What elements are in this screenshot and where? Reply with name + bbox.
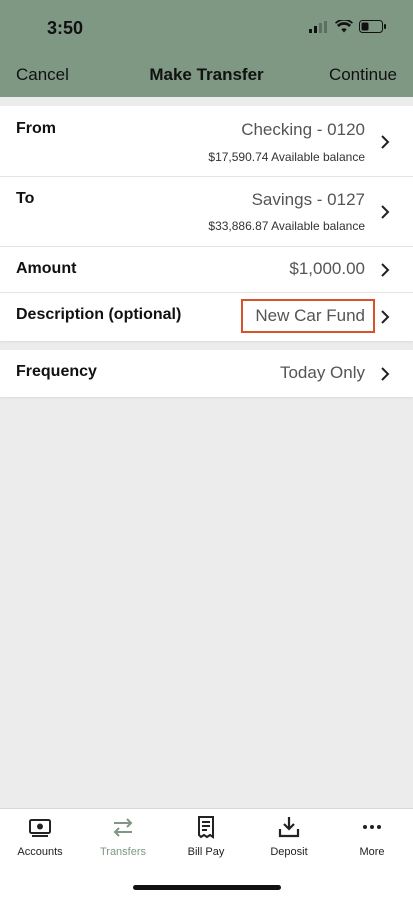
accounts-icon [29,819,51,837]
cellular-signal-icon [309,20,327,33]
transfer-form-card: From Checking - 0120 $17,590.74 Availabl… [0,106,413,341]
to-account-row[interactable]: To Savings - 0127 $33,886.87 Available b… [0,177,413,247]
tab-bill-pay[interactable]: Bill Pay [166,815,246,858]
from-account-value: Checking - 0120 [241,120,365,139]
tab-label: Deposit [270,846,308,858]
continue-button[interactable]: Continue [329,65,397,85]
amount-label: Amount [16,260,77,277]
chevron-right-icon [381,310,390,324]
tab-transfers[interactable]: Transfers [83,815,163,858]
chevron-right-icon [381,263,390,277]
tab-label: Accounts [17,846,63,858]
home-indicator [133,885,281,890]
tab-more[interactable]: More [332,815,412,858]
tab-deposit[interactable]: Deposit [249,815,329,858]
nav-bar: Cancel Make Transfer Continue [0,56,413,97]
description-value: New Car Fund [255,306,365,325]
description-label: Description (optional) [16,306,182,323]
status-icons [309,20,387,33]
frequency-value: Today Only [279,363,365,382]
from-account-row[interactable]: From Checking - 0120 $17,590.74 Availabl… [0,106,413,177]
description-row[interactable]: Description (optional) New Car Fund [0,293,413,341]
tab-accounts[interactable]: Accounts [0,815,80,858]
bill-pay-icon [198,816,214,839]
amount-row[interactable]: Amount $1,000.00 [0,247,413,293]
to-account-value: Savings - 0127 [251,190,365,209]
frequency-label: Frequency [16,363,97,380]
status-bar: 3:50 [0,0,413,56]
tab-label: Transfers [99,846,147,858]
transfers-icon [113,818,133,837]
from-balance: $17,590.74 Available balance [208,150,365,164]
frequency-row[interactable]: Frequency Today Only [0,350,413,397]
wifi-icon [335,20,353,33]
battery-icon [359,20,386,33]
from-label: From [16,120,56,137]
status-time: 3:50 [47,18,84,38]
to-balance: $33,886.87 Available balance [208,219,365,233]
chevron-right-icon [381,205,390,219]
frequency-card: Frequency Today Only [0,350,413,397]
chevron-right-icon [381,135,390,149]
cancel-button[interactable]: Cancel [16,65,69,85]
deposit-icon [278,817,300,838]
tab-label: More [359,846,385,858]
more-icon [363,825,381,829]
tab-label: Bill Pay [187,846,225,858]
chevron-right-icon [381,367,390,381]
to-label: To [16,190,35,207]
amount-value: $1,000.00 [289,259,365,278]
